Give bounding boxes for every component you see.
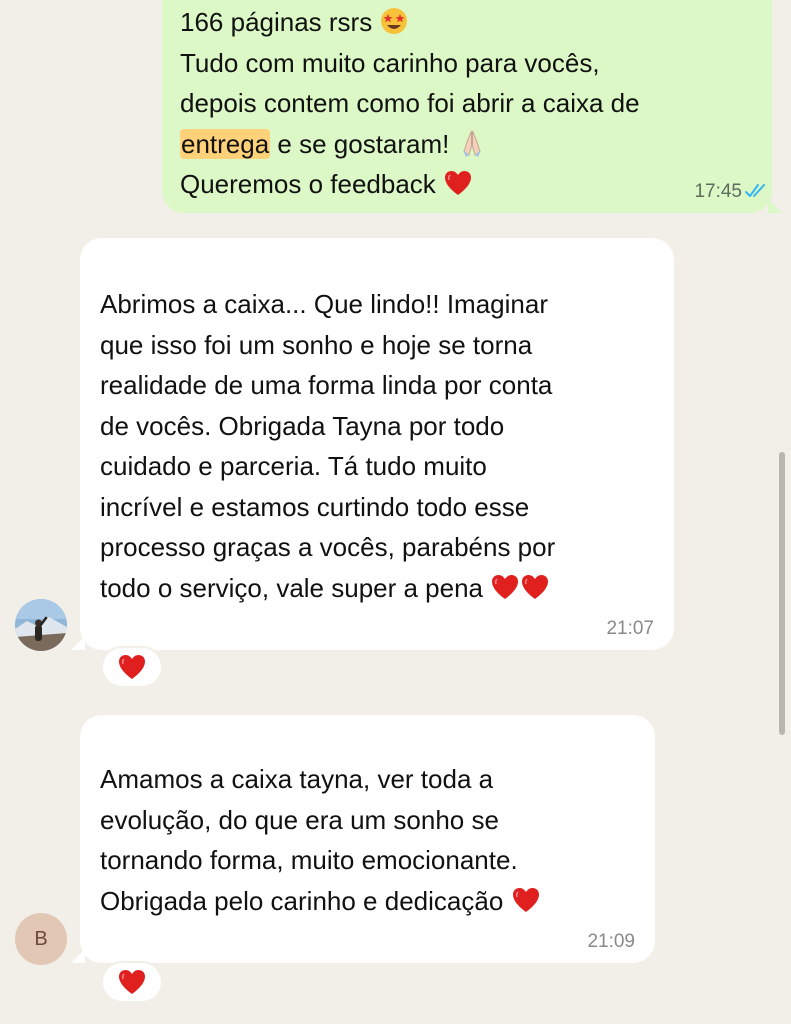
- incoming-message-text: Amamos a caixa tayna, ver toda a evoluçã…: [100, 759, 541, 921]
- message-line: de vocês. Obrigada Tayna por todo: [100, 410, 505, 441]
- incoming-message-bubble[interactable]: Amamos a caixa tayna, ver toda a evoluçã…: [71, 715, 655, 963]
- message-line: cuidado e parceria. Tá tudo muito: [100, 451, 487, 481]
- message-line: e se gostaram!: [270, 128, 457, 159]
- message-line: tornando forma, muito emocionante.: [100, 845, 518, 875]
- initial-avatar[interactable]: B: [15, 913, 67, 965]
- star-struck-emoji: [381, 8, 408, 34]
- red-heart-emoji: [522, 574, 549, 599]
- message-line: evolução, do que era um sonho se: [100, 804, 499, 835]
- message-line: depois contem como foi abrir a caixa de: [180, 88, 640, 118]
- message-line: incrível e estamos curtindo todo esse: [100, 491, 530, 522]
- message-reaction[interactable]: [101, 961, 163, 1003]
- message-line: realidade de uma forma linda por conta: [100, 370, 553, 400]
- message-timestamp: 21:07: [606, 618, 654, 639]
- message-line: Queremos o feedback: [180, 169, 444, 199]
- red-heart-emoji: [512, 887, 539, 912]
- message-timestamp: 17:45: [694, 181, 742, 202]
- message-line: todo o serviço, vale super a pena: [100, 572, 491, 603]
- red-heart-emoji: [492, 574, 519, 599]
- red-heart-emoji: [445, 171, 472, 195]
- message-line: Obrigada pelo carinho e dedicação: [100, 885, 511, 916]
- message-line: processo graças a vocês, parabéns por: [100, 532, 556, 562]
- red-heart-emoji: [119, 655, 145, 679]
- message-line: Amamos a caixa tayna, ver toda a: [100, 764, 494, 794]
- message-timestamp: 21:09: [587, 931, 635, 952]
- outgoing-message-text: 166 páginas rsrs Tudo com muito carinho …: [180, 2, 640, 205]
- message-line: 166 páginas rsrs: [180, 7, 380, 37]
- double-check-read-icon: [745, 184, 765, 197]
- bubble-tail: [768, 199, 782, 213]
- incoming-message-bubble[interactable]: Abrimos a caixa... Que lindo!! Imaginar …: [71, 238, 674, 650]
- message-line: Abrimos a caixa... Que lindo!! Imaginar: [100, 289, 548, 319]
- message-line: que isso foi um sonho e hoje se torna: [100, 329, 533, 360]
- photo-avatar[interactable]: [15, 599, 67, 651]
- folded-hands-emoji: [462, 130, 481, 157]
- avatar-photo-image: [15, 599, 67, 651]
- highlighted-word: entrega: [180, 128, 271, 159]
- bubble-tail: [71, 949, 85, 963]
- incoming-message-text: Abrimos a caixa... Que lindo!! Imaginar …: [100, 284, 555, 608]
- red-heart-emoji: [119, 970, 145, 994]
- scrollbar[interactable]: [779, 452, 785, 735]
- message-reaction[interactable]: [101, 646, 163, 688]
- message-line: Tudo com muito carinho para vocês,: [180, 47, 600, 78]
- outgoing-message-bubble[interactable]: 166 páginas rsrs Tudo com muito carinho …: [162, 0, 782, 213]
- bubble-tail: [71, 636, 85, 650]
